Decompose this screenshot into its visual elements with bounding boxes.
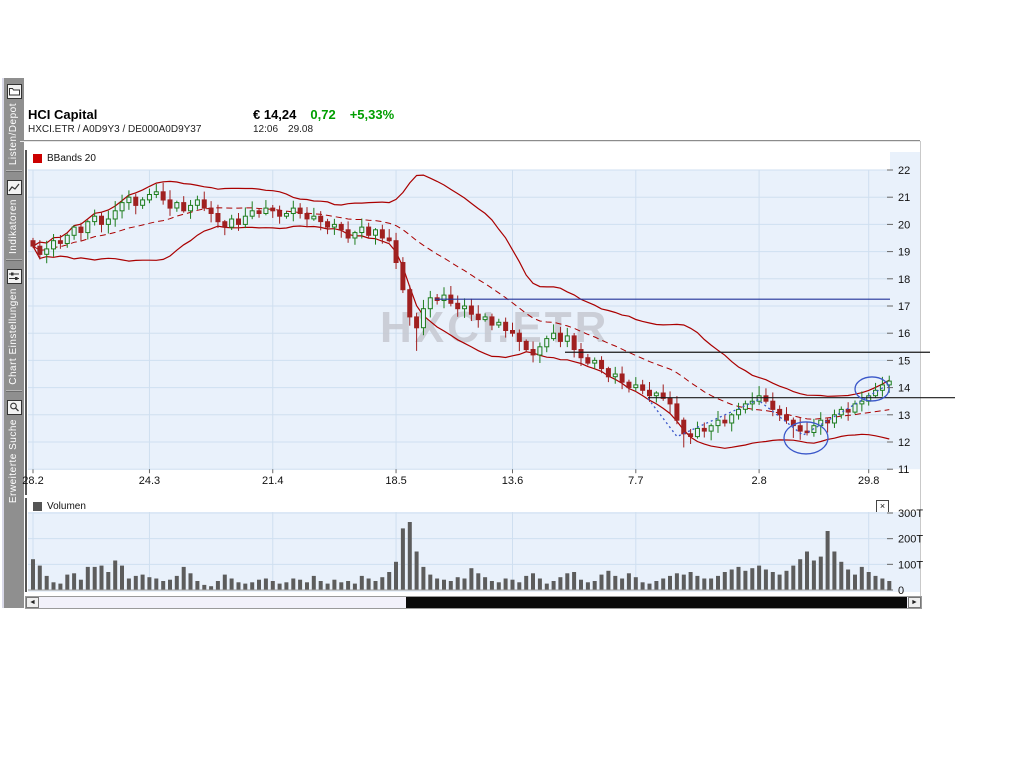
sidebar-tab-label: Indikatoren xyxy=(9,199,19,254)
svg-text:20: 20 xyxy=(898,219,910,231)
app-window: Listen/Depot Indikatoren Chart Einstellu… xyxy=(0,0,1024,768)
sidebar-tab-listen-depot[interactable]: Listen/Depot xyxy=(7,78,22,165)
horizontal-scrollbar[interactable]: ◄ ► xyxy=(25,596,922,609)
scrollbar-thumb[interactable] xyxy=(406,597,907,608)
price-x-axis: 28.2 24.3 21.4 18.5 13.6 7.7 2.8 29.8 xyxy=(22,469,879,487)
price-chart[interactable]: HXCI.ETR22212019181716151413121128.224.3… xyxy=(25,150,960,500)
sidebar-tab-label: Chart Einstellungen xyxy=(9,288,19,385)
last-price: € 14,24 xyxy=(253,107,296,122)
svg-text:14: 14 xyxy=(898,383,910,395)
volume-chart[interactable]: 300T200T100T0 xyxy=(25,512,920,596)
svg-text:16: 16 xyxy=(898,328,910,340)
quote-row: € 14,24 0,72 +5,33% xyxy=(253,107,408,122)
sidebar-separator xyxy=(6,390,22,392)
scroll-right-arrow-icon[interactable]: ► xyxy=(908,597,921,608)
svg-text:13: 13 xyxy=(898,410,910,422)
svg-text:21: 21 xyxy=(898,192,910,204)
quote-timestamp: 12:06 29.08 xyxy=(253,124,323,135)
quote-date: 29.08 xyxy=(288,124,313,135)
instrument-title: HCI Capital xyxy=(28,107,97,122)
svg-text:12: 12 xyxy=(898,437,910,449)
sidebar-separator xyxy=(6,259,22,261)
chart-settings-icon xyxy=(7,269,22,284)
sidebar-separator xyxy=(6,170,22,172)
svg-text:22: 22 xyxy=(898,165,910,177)
svg-text:300T: 300T xyxy=(898,508,923,520)
svg-text:15: 15 xyxy=(898,355,910,367)
svg-text:13.6: 13.6 xyxy=(502,475,523,487)
header-divider xyxy=(20,140,920,142)
advanced-search-icon xyxy=(7,400,22,415)
svg-text:18.5: 18.5 xyxy=(385,475,406,487)
sidebar-tab-indikatoren[interactable]: Indikatoren xyxy=(7,174,22,254)
svg-text:28.2: 28.2 xyxy=(22,475,43,487)
svg-text:100T: 100T xyxy=(898,559,923,571)
sidebar-tab-erweiterte-suche[interactable]: Erweiterte Suche xyxy=(7,394,22,503)
volume-legend-label[interactable]: Volumen xyxy=(47,501,86,512)
svg-text:7.7: 7.7 xyxy=(628,475,643,487)
svg-text:17: 17 xyxy=(898,301,910,313)
sidebar-tab-label: Erweiterte Suche xyxy=(9,419,19,503)
svg-text:18: 18 xyxy=(898,274,910,286)
svg-text:29.8: 29.8 xyxy=(858,475,879,487)
svg-text:200T: 200T xyxy=(898,534,923,546)
sidebar-tab-chart-einstellungen[interactable]: Chart Einstellungen xyxy=(7,263,22,385)
price-change-percent: +5,33% xyxy=(350,107,394,122)
svg-text:2.8: 2.8 xyxy=(751,475,766,487)
svg-text:11: 11 xyxy=(898,464,909,476)
svg-text:21.4: 21.4 xyxy=(262,475,283,487)
indicators-icon xyxy=(7,180,22,195)
portfolio-icon xyxy=(7,84,22,99)
volume-legend-marker xyxy=(33,502,42,511)
price-change: 0,72 xyxy=(310,107,335,122)
sidebar-tab-label: Listen/Depot xyxy=(9,103,19,165)
instrument-symbols: HXCI.ETR / A0D9Y3 / DE000A0D9Y37 xyxy=(28,124,201,135)
sidebar-tabstrip: Listen/Depot Indikatoren Chart Einstellu… xyxy=(2,78,24,608)
svg-text:24.3: 24.3 xyxy=(139,475,160,487)
quote-time: 12:06 xyxy=(253,124,278,135)
svg-text:19: 19 xyxy=(898,247,910,259)
scroll-left-arrow-icon[interactable]: ◄ xyxy=(26,597,39,608)
